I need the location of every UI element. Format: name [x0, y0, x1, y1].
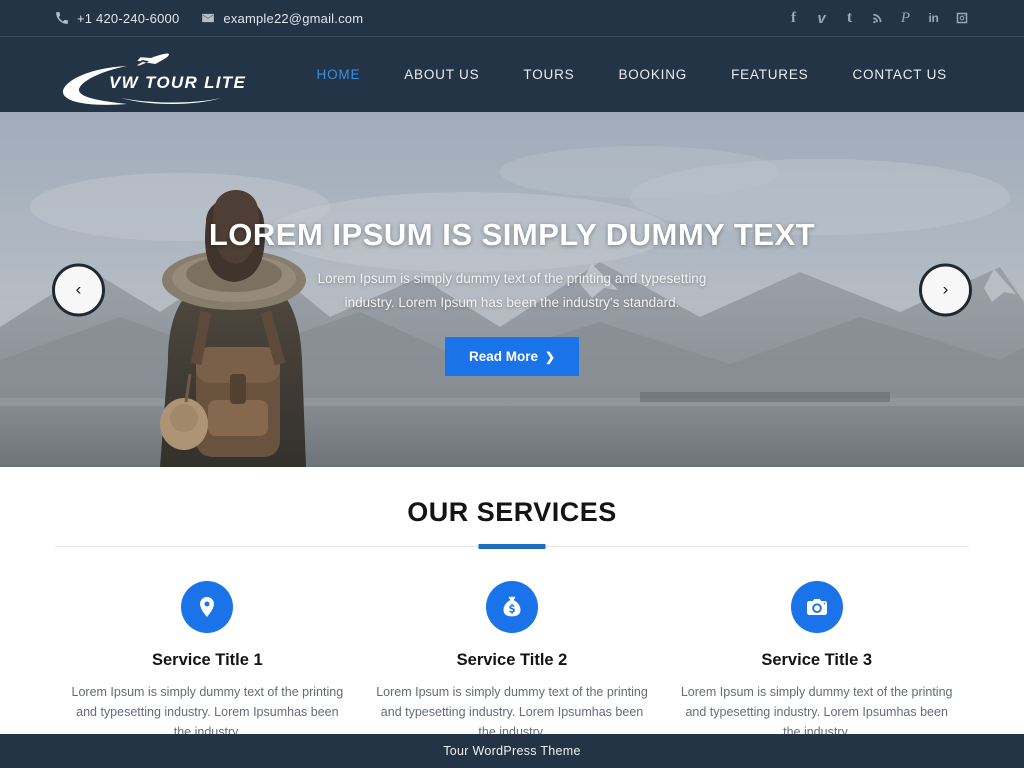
hero-slider: LOREM IPSUM IS SIMPLY DUMMY TEXT Lorem I… — [0, 112, 1024, 467]
phone-contact[interactable]: +1 420-240-6000 — [55, 11, 179, 26]
svg-text:VW TOUR LITE: VW TOUR LITE — [109, 73, 246, 92]
service-title: Service Title 3 — [761, 651, 873, 669]
vimeo-icon[interactable]: v — [814, 10, 829, 26]
services-header: OUR SERVICES — [55, 497, 969, 547]
nav-item-booking[interactable]: BOOKING — [596, 59, 709, 90]
services-divider — [55, 546, 969, 547]
social-links: f v t P in — [786, 10, 969, 26]
services-grid: Service Title 1 Lorem Ipsum is simply du… — [55, 581, 969, 742]
phone-icon — [55, 11, 69, 25]
nav-item-tours[interactable]: TOURS — [501, 59, 596, 90]
tumblr-icon[interactable]: t — [842, 10, 857, 26]
money-bag-icon[interactable] — [486, 581, 538, 633]
phone-number: +1 420-240-6000 — [77, 10, 180, 26]
site-header: VW TOUR LITE HOME ABOUT US TOURS BOOKING… — [0, 36, 1024, 112]
services-section: OUR SERVICES Service Title 1 Lorem Ipsum… — [0, 467, 1024, 766]
envelope-icon — [201, 11, 215, 25]
service-description: Lorem Ipsum is simply dummy text of the … — [376, 685, 648, 739]
footer-credit: Tour WordPress Theme — [443, 744, 581, 758]
main-nav: HOME ABOUT US TOURS BOOKING FEATURES CON… — [295, 59, 969, 90]
service-title: Service Title 2 — [456, 651, 568, 669]
read-more-label: Read More — [468, 349, 538, 364]
top-bar: +1 420-240-6000 example22@gmail.com f v … — [0, 0, 1024, 36]
slider-prev-button[interactable]: ‹ — [52, 263, 105, 316]
linkedin-icon[interactable]: in — [926, 10, 941, 26]
chevron-right-icon: ❯ — [544, 349, 556, 364]
service-card-3: Service Title 3 Lorem Ipsum is simply du… — [664, 581, 969, 742]
service-title: Service Title 1 — [151, 651, 263, 669]
hero-subtitle: Lorem Ipsum is simply dummy text of the … — [317, 271, 707, 310]
site-footer: Tour WordPress Theme — [0, 734, 1024, 768]
nav-item-features[interactable]: FEATURES — [709, 59, 830, 90]
instagram-icon[interactable] — [954, 10, 969, 26]
chevron-right-icon: › — [942, 279, 949, 299]
service-card-1: Service Title 1 Lorem Ipsum is simply du… — [55, 581, 360, 742]
rss-icon[interactable] — [870, 10, 885, 26]
email-contact[interactable]: example22@gmail.com — [201, 11, 363, 26]
nav-item-home[interactable]: HOME — [295, 59, 383, 90]
hero-title: LOREM IPSUM IS SIMPLY DUMMY TEXT — [208, 217, 816, 252]
pinterest-icon[interactable]: P — [898, 10, 913, 26]
slider-next-button[interactable]: › — [919, 263, 972, 316]
contact-group: +1 420-240-6000 example22@gmail.com — [55, 11, 363, 26]
hero-content: LOREM IPSUM IS SIMPLY DUMMY TEXT Lorem I… — [0, 112, 1024, 467]
camera-icon[interactable] — [790, 581, 843, 633]
nav-item-about-us[interactable]: ABOUT US — [382, 59, 501, 90]
map-pin-icon[interactable] — [181, 581, 234, 633]
service-description: Lorem Ipsum is simply dummy text of the … — [71, 685, 344, 739]
service-card-2: Service Title 2 Lorem Ipsum is simply du… — [360, 581, 665, 742]
facebook-icon[interactable]: f — [786, 10, 801, 26]
read-more-button[interactable]: Read More ❯ — [444, 337, 580, 376]
services-heading: OUR SERVICES — [407, 497, 617, 527]
site-logo[interactable]: VW TOUR LITE — [55, 44, 255, 106]
chevron-left-icon: ‹ — [75, 279, 82, 299]
service-description: Lorem Ipsum is simply dummy text of the … — [680, 685, 953, 739]
nav-item-contact-us[interactable]: CONTACT US — [830, 59, 969, 90]
email-address: example22@gmail.com — [223, 10, 364, 26]
